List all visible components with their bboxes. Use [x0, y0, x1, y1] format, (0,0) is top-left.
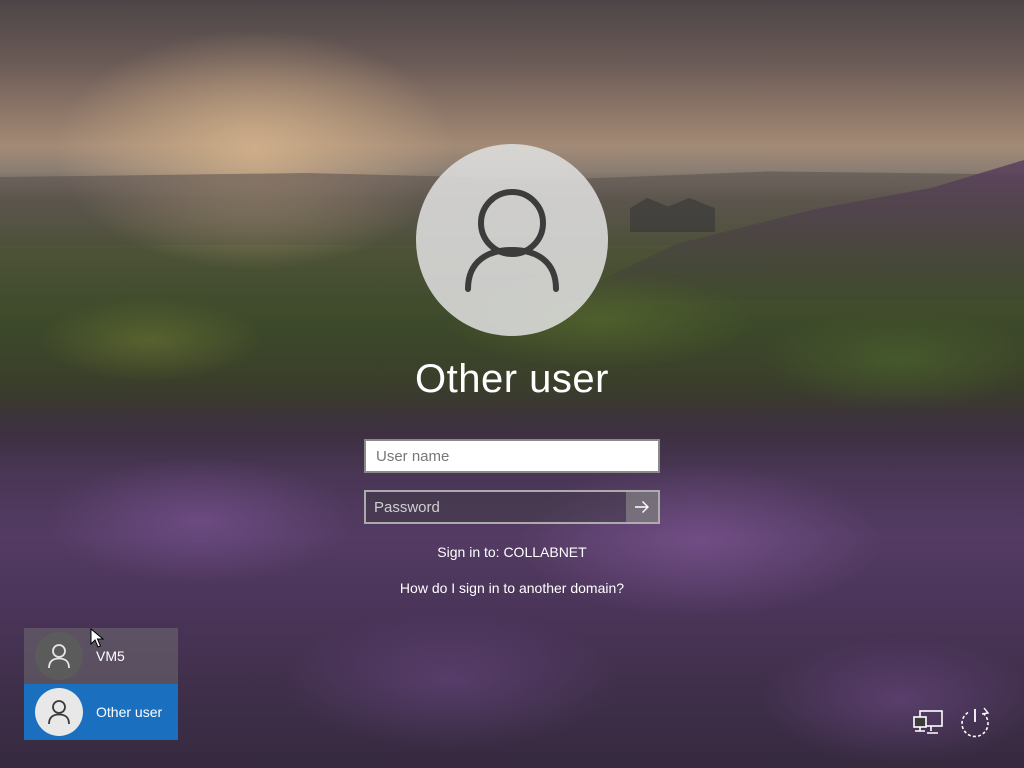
user-icon — [48, 644, 70, 669]
avatar — [35, 688, 83, 736]
password-field — [364, 490, 660, 524]
arrow-right-icon — [635, 501, 649, 513]
submit-button[interactable] — [626, 492, 658, 522]
power-icon — [961, 707, 990, 738]
user-tile-label: VM5 — [96, 648, 125, 664]
user-avatar — [416, 144, 608, 336]
lock-screen: Other user Sign in to: COLLABNET How do … — [0, 0, 1024, 768]
domain-help-link[interactable]: How do I sign in to another domain? — [400, 580, 624, 596]
sign-in-domain-text: Sign in to: COLLABNET — [437, 544, 587, 560]
username-input[interactable] — [364, 439, 660, 473]
page-title: Other user — [415, 357, 609, 401]
domain-help-container: How do I sign in to another domain? — [0, 580, 1024, 596]
user-icon — [48, 700, 70, 725]
user-tile-other-user[interactable]: Other user — [24, 684, 178, 740]
power-button[interactable] — [956, 704, 994, 742]
avatar — [35, 632, 83, 680]
user-icon — [465, 189, 559, 292]
user-tile-label: Other user — [96, 704, 163, 720]
mouse-cursor-icon — [90, 628, 104, 648]
network-icon — [913, 710, 943, 734]
network-button[interactable] — [910, 706, 946, 740]
password-input[interactable] — [366, 492, 628, 522]
